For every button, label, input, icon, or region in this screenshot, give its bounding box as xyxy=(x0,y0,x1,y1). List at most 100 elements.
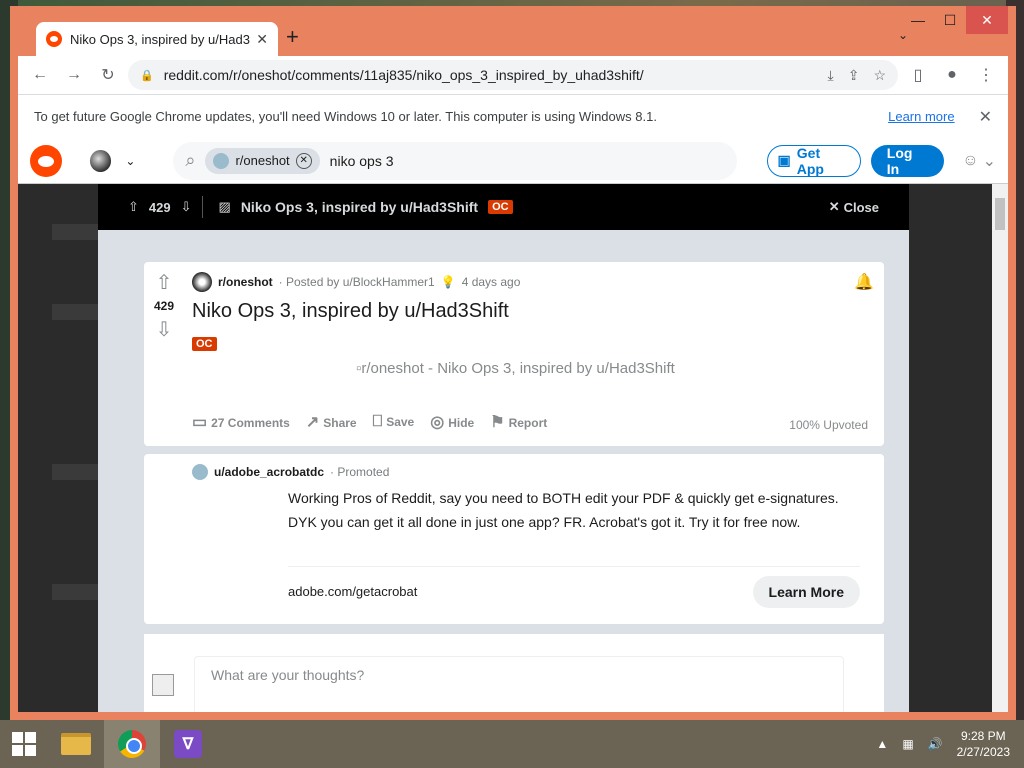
subreddit-chip-icon xyxy=(213,152,230,169)
url-text: reddit.com/r/oneshot/comments/11aj835/ni… xyxy=(163,67,644,83)
comment-section: What are your thoughts? xyxy=(144,634,884,712)
share-label: Share xyxy=(323,416,357,430)
infobar-close-icon[interactable]: ✕ xyxy=(979,107,992,127)
post-flair[interactable]: OC xyxy=(192,337,217,351)
search-query[interactable]: niko ops 3 xyxy=(330,153,394,169)
upvote-arrow-icon[interactable]: ⇧ xyxy=(152,270,176,295)
chrome-taskbar-button[interactable] xyxy=(104,720,160,768)
menu-kebab-icon[interactable]: ⋮ xyxy=(972,61,1000,89)
window-close-button[interactable]: ✕ xyxy=(966,6,1008,34)
reload-icon[interactable]: ↻ xyxy=(94,61,122,89)
community-avatar[interactable] xyxy=(89,149,112,172)
share-icon[interactable]: ⇪ xyxy=(848,67,860,84)
upvote-arrow-icon[interactable]: ⇧ xyxy=(128,199,139,215)
ad-learn-more-button[interactable]: Learn More xyxy=(752,576,860,608)
minimize-button[interactable]: — xyxy=(902,6,934,34)
taskbar-clock[interactable]: 9:28 PM 2/27/2023 xyxy=(957,728,1010,760)
advertiser-link[interactable]: u/adobe_acrobatdc xyxy=(214,465,324,479)
reddit-favicon-icon xyxy=(46,31,62,47)
user-dropdown[interactable]: ☺ ⌄ xyxy=(962,151,996,171)
save-button[interactable]: ⎕ Save xyxy=(373,413,415,431)
browser-tab[interactable]: Niko Ops 3, inspired by u/Had3Shift ✕ xyxy=(36,22,278,56)
modal-close-button[interactable]: ✕ Close xyxy=(829,199,879,215)
chip-remove-icon[interactable]: ✕ xyxy=(295,152,312,169)
start-button[interactable] xyxy=(0,720,48,768)
page-scrollbar[interactable] xyxy=(992,184,1008,712)
ad-domain-link[interactable]: adobe.com/getacrobat xyxy=(288,584,417,599)
posted-by[interactable]: · Posted by u/BlockHammer1 xyxy=(279,275,435,289)
share-icon: ↗ xyxy=(305,414,320,431)
clock-time: 9:28 PM xyxy=(960,729,1006,743)
upvote-ratio: 100% Upvoted xyxy=(789,418,868,432)
browser-window: Niko Ops 3, inspired by u/Had3Shift ✕ + … xyxy=(10,6,1016,720)
bookmark-star-icon[interactable]: ☆ xyxy=(873,67,886,84)
volume-icon[interactable]: 🔊 xyxy=(928,737,943,751)
lock-icon: 🔒 xyxy=(140,69,154,82)
address-bar[interactable]: 🔒 reddit.com/r/oneshot/comments/11aj835/… xyxy=(128,60,898,90)
subreddit-link[interactable]: r/oneshot xyxy=(218,275,273,289)
bookmark-icon: ⎕ xyxy=(372,413,383,430)
back-arrow-icon[interactable]: ← xyxy=(26,61,54,89)
image-post-icon: ▨ xyxy=(218,199,231,214)
network-icon[interactable]: ▦ xyxy=(902,737,913,751)
infobar-message: To get future Google Chrome updates, you… xyxy=(34,109,657,124)
ad-body[interactable]: Working Pros of Reddit, say you need to … xyxy=(288,486,848,534)
chevron-down-icon[interactable]: ⌄ xyxy=(125,154,135,168)
close-label: Close xyxy=(843,199,879,215)
close-icon: ✕ xyxy=(828,199,840,214)
get-app-label: Get App xyxy=(796,144,824,177)
save-label: Save xyxy=(386,415,415,429)
file-explorer-taskbar-button[interactable] xyxy=(48,720,104,768)
ad-meta: u/adobe_acrobatdc · Promoted xyxy=(192,464,389,480)
forward-arrow-icon[interactable]: → xyxy=(60,61,88,89)
subreddit-avatar[interactable] xyxy=(192,272,212,292)
advertiser-avatar[interactable] xyxy=(192,464,208,480)
modal-score: 429 xyxy=(148,199,171,215)
window-controls: — ☐ ✕ xyxy=(902,6,1008,34)
report-label: Report xyxy=(508,416,548,430)
comment-input[interactable]: What are your thoughts? xyxy=(194,656,844,712)
post-time: 4 days ago xyxy=(461,275,521,289)
system-tray: ▲ ▦ 🔊 9:28 PM 2/27/2023 xyxy=(876,728,1024,760)
visual-studio-taskbar-button[interactable]: ᐁ xyxy=(160,720,216,768)
post-score: 429 xyxy=(153,299,175,313)
login-button[interactable]: Log In xyxy=(870,144,945,177)
tab-strip: Niko Ops 3, inspired by u/Had3Shift ✕ + … xyxy=(18,6,1008,56)
post-image-alt[interactable]: ▫r/oneshot - Niko Ops 3, inspired by u/H… xyxy=(356,360,675,377)
chip-label: r/oneshot xyxy=(235,153,290,168)
post-card: ⇧ 429 ⇩ r/oneshot · Posted by u/BlockHam… xyxy=(144,262,884,446)
downvote-arrow-icon[interactable]: ⇩ xyxy=(152,317,176,342)
modal-flair: OC xyxy=(488,200,513,214)
modal-top-bar: ⇧ 429 ⇩ ▨ Niko Ops 3, inspired by u/Had3… xyxy=(98,184,909,230)
comments-button[interactable]: ▭ 27 Comments xyxy=(192,412,290,432)
maximize-button[interactable]: ☐ xyxy=(934,6,966,34)
share-button[interactable]: ↗ Share xyxy=(306,412,357,432)
post-meta: r/oneshot · Posted by u/BlockHammer1 💡 4… xyxy=(192,272,520,292)
hide-button[interactable]: ◎ Hide xyxy=(430,412,474,432)
reddit-logo-icon[interactable] xyxy=(30,144,62,177)
modal-title: Niko Ops 3, inspired by u/Had3Shift xyxy=(240,199,479,215)
divider xyxy=(201,196,203,218)
promoted-label: · Promoted xyxy=(330,465,390,479)
bell-icon[interactable]: 🔔 xyxy=(854,272,874,292)
side-panel-icon[interactable]: ▯ xyxy=(904,61,932,89)
report-button[interactable]: ⚑ Report xyxy=(490,412,547,432)
hide-eye-icon: ◎ xyxy=(430,414,445,431)
hide-label: Hide xyxy=(448,416,475,430)
user-chevron-icon: ⌄ xyxy=(982,152,996,170)
scrollbar-thumb[interactable] xyxy=(995,198,1005,230)
search-bar[interactable]: ⌕ r/oneshot ✕ niko ops 3 xyxy=(173,141,737,180)
downvote-arrow-icon[interactable]: ⇩ xyxy=(181,199,192,215)
page-content: ⌄ ⌕ r/oneshot ✕ niko ops 3 ▣ Get App Log… xyxy=(18,138,1008,712)
chrome-icon xyxy=(118,730,146,758)
get-app-button[interactable]: ▣ Get App xyxy=(766,144,861,177)
new-tab-button[interactable]: + xyxy=(286,24,299,50)
tray-overflow-icon[interactable]: ▲ xyxy=(876,737,888,751)
tab-close-icon[interactable]: ✕ xyxy=(256,31,268,48)
infobar-learn-more-link[interactable]: Learn more xyxy=(888,109,954,124)
install-icon[interactable]: ⤓ xyxy=(828,67,834,84)
browser-toolbar: ← → ↻ 🔒 reddit.com/r/oneshot/comments/11… xyxy=(18,56,1008,94)
search-icon: ⌕ xyxy=(185,150,196,170)
search-subreddit-chip[interactable]: r/oneshot ✕ xyxy=(205,147,320,174)
profile-icon[interactable]: ● xyxy=(938,61,966,89)
